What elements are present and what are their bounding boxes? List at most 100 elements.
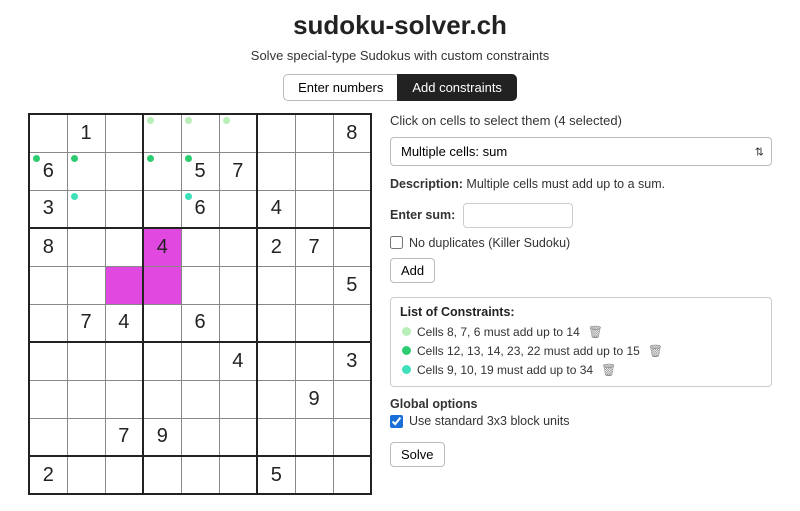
sudoku-cell[interactable] <box>143 304 181 342</box>
sudoku-cell[interactable] <box>67 456 105 494</box>
sudoku-cell[interactable] <box>67 266 105 304</box>
sudoku-cell[interactable] <box>181 114 219 152</box>
sudoku-cell[interactable]: 8 <box>333 114 371 152</box>
sudoku-cell[interactable] <box>143 456 181 494</box>
sudoku-cell[interactable]: 7 <box>105 418 143 456</box>
sudoku-cell[interactable] <box>219 228 257 266</box>
sudoku-cell[interactable]: 2 <box>257 228 295 266</box>
sudoku-cell[interactable] <box>219 266 257 304</box>
sudoku-cell[interactable] <box>181 266 219 304</box>
sudoku-cell[interactable] <box>29 304 67 342</box>
sudoku-cell[interactable] <box>219 418 257 456</box>
sudoku-cell[interactable] <box>181 342 219 380</box>
sudoku-cell[interactable]: 4 <box>143 228 181 266</box>
tab-add-constraints[interactable]: Add constraints <box>397 74 517 101</box>
no-duplicates-checkbox-row[interactable]: No duplicates (Killer Sudoku) <box>390 236 772 250</box>
global-option-row[interactable]: Use standard 3x3 block units <box>390 414 772 428</box>
sudoku-cell[interactable]: 7 <box>295 228 333 266</box>
sudoku-cell[interactable] <box>67 228 105 266</box>
solve-button[interactable]: Solve <box>390 442 445 467</box>
sudoku-cell[interactable] <box>67 380 105 418</box>
sudoku-cell[interactable] <box>295 152 333 190</box>
sudoku-cell[interactable] <box>143 114 181 152</box>
sudoku-cell[interactable] <box>257 304 295 342</box>
sudoku-cell[interactable] <box>333 228 371 266</box>
sudoku-cell[interactable] <box>105 152 143 190</box>
sudoku-cell[interactable] <box>105 190 143 228</box>
sudoku-cell[interactable] <box>105 114 143 152</box>
sudoku-cell[interactable] <box>67 190 105 228</box>
sudoku-cell[interactable]: 6 <box>29 152 67 190</box>
sudoku-cell[interactable] <box>105 342 143 380</box>
sudoku-cell[interactable] <box>105 380 143 418</box>
sudoku-cell[interactable]: 5 <box>333 266 371 304</box>
sudoku-cell[interactable] <box>219 304 257 342</box>
sudoku-cell[interactable]: 3 <box>29 190 67 228</box>
sudoku-cell[interactable] <box>257 418 295 456</box>
sudoku-cell[interactable] <box>257 342 295 380</box>
sudoku-cell[interactable] <box>295 190 333 228</box>
sudoku-cell[interactable]: 7 <box>67 304 105 342</box>
delete-constraint-icon[interactable]: 🗑 <box>648 343 663 359</box>
sudoku-cell[interactable] <box>181 418 219 456</box>
sudoku-cell[interactable]: 1 <box>67 114 105 152</box>
add-button[interactable]: Add <box>390 258 435 283</box>
sudoku-cell[interactable]: 9 <box>143 418 181 456</box>
sudoku-cell[interactable] <box>333 418 371 456</box>
sudoku-cell[interactable] <box>295 342 333 380</box>
sudoku-cell[interactable]: 5 <box>257 456 295 494</box>
delete-constraint-icon[interactable]: 🗑 <box>601 362 616 378</box>
sudoku-cell[interactable] <box>257 114 295 152</box>
sudoku-cell[interactable] <box>333 304 371 342</box>
sudoku-cell[interactable]: 3 <box>333 342 371 380</box>
sudoku-cell[interactable] <box>105 266 143 304</box>
sudoku-cell[interactable] <box>143 342 181 380</box>
sudoku-cell[interactable] <box>333 456 371 494</box>
sudoku-cell[interactable]: 8 <box>29 228 67 266</box>
constraint-type-select[interactable]: Multiple cells: sum <box>390 137 772 166</box>
sudoku-cell[interactable] <box>295 456 333 494</box>
sudoku-cell[interactable] <box>257 152 295 190</box>
sudoku-cell[interactable] <box>143 190 181 228</box>
sudoku-cell[interactable] <box>105 228 143 266</box>
sudoku-cell[interactable] <box>219 114 257 152</box>
sudoku-cell[interactable]: 2 <box>29 456 67 494</box>
sudoku-cell[interactable] <box>143 380 181 418</box>
sudoku-cell[interactable] <box>181 228 219 266</box>
sudoku-cell[interactable] <box>219 190 257 228</box>
sudoku-cell[interactable] <box>257 266 295 304</box>
sudoku-cell[interactable]: 4 <box>257 190 295 228</box>
sudoku-cell[interactable]: 6 <box>181 304 219 342</box>
tab-enter-numbers[interactable]: Enter numbers <box>283 74 398 101</box>
enter-sum-input[interactable] <box>463 203 573 228</box>
sudoku-cell[interactable] <box>295 418 333 456</box>
sudoku-cell[interactable] <box>333 380 371 418</box>
sudoku-cell[interactable]: 4 <box>105 304 143 342</box>
sudoku-cell[interactable] <box>219 456 257 494</box>
delete-constraint-icon[interactable]: 🗑 <box>588 324 603 340</box>
sudoku-cell[interactable] <box>181 456 219 494</box>
sudoku-cell[interactable] <box>333 152 371 190</box>
sudoku-cell[interactable] <box>67 342 105 380</box>
sudoku-cell[interactable] <box>333 190 371 228</box>
no-duplicates-checkbox[interactable] <box>390 236 403 249</box>
sudoku-cell[interactable] <box>295 114 333 152</box>
sudoku-cell[interactable] <box>143 152 181 190</box>
sudoku-cell[interactable] <box>295 266 333 304</box>
sudoku-cell[interactable] <box>29 266 67 304</box>
sudoku-cell[interactable] <box>143 266 181 304</box>
sudoku-cell[interactable]: 9 <box>295 380 333 418</box>
sudoku-cell[interactable]: 5 <box>181 152 219 190</box>
sudoku-cell[interactable] <box>29 114 67 152</box>
sudoku-cell[interactable] <box>257 380 295 418</box>
sudoku-cell[interactable] <box>67 418 105 456</box>
sudoku-cell[interactable] <box>105 456 143 494</box>
sudoku-cell[interactable] <box>181 380 219 418</box>
sudoku-cell[interactable]: 6 <box>181 190 219 228</box>
sudoku-cell[interactable] <box>295 304 333 342</box>
sudoku-cell[interactable] <box>29 380 67 418</box>
sudoku-cell[interactable]: 4 <box>219 342 257 380</box>
sudoku-cell[interactable] <box>67 152 105 190</box>
sudoku-cell[interactable] <box>219 380 257 418</box>
use-standard-blocks-checkbox[interactable] <box>390 415 403 428</box>
